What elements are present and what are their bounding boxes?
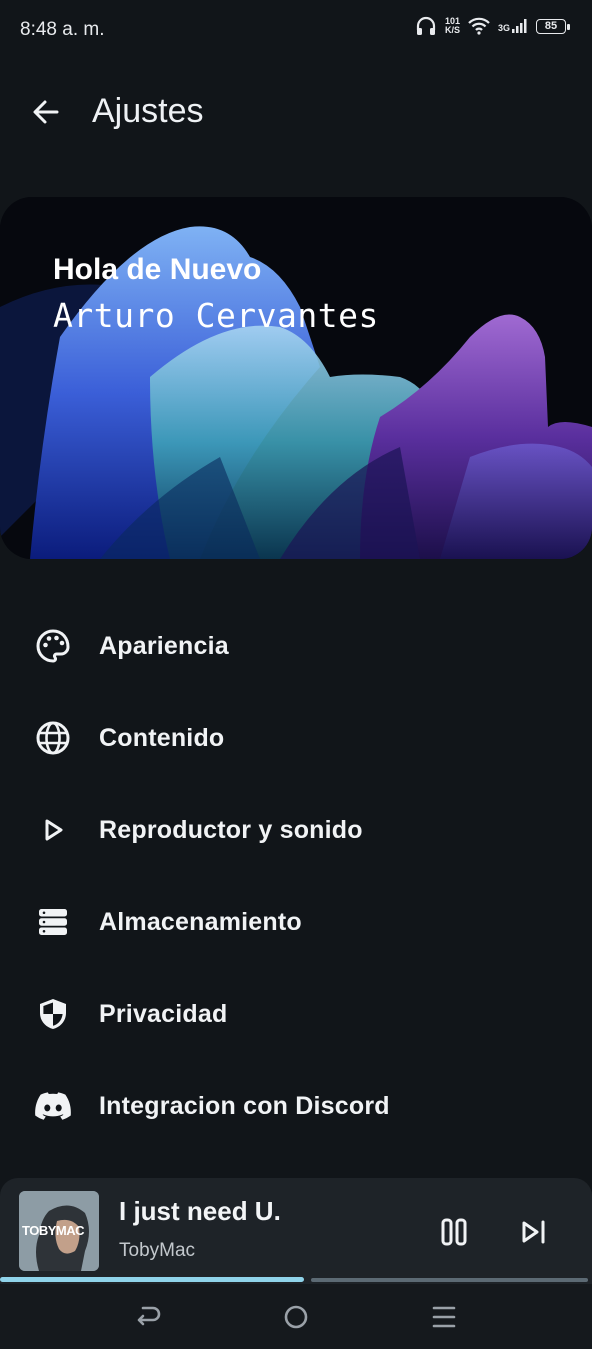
menu-label: Contenido xyxy=(99,723,225,752)
cellular-signal: 3G xyxy=(498,19,528,33)
mini-player[interactable]: TOBYMAC I just need U. TobyMac xyxy=(0,1178,592,1284)
palette-icon xyxy=(34,627,72,665)
menu-item-almacenamiento[interactable]: Almacenamiento xyxy=(0,876,592,968)
song-artist: TobyMac xyxy=(119,1240,196,1261)
song-title: I just need U. xyxy=(119,1196,281,1226)
network-type: 3G xyxy=(497,23,510,33)
wifi-icon xyxy=(468,17,490,35)
pause-button[interactable] xyxy=(436,1214,472,1250)
nav-recents-icon xyxy=(432,1306,456,1328)
arrow-left-icon xyxy=(33,100,59,124)
network-speed: 101 K/S xyxy=(445,17,460,35)
next-button[interactable] xyxy=(516,1214,552,1250)
globe-icon xyxy=(34,719,72,757)
menu-item-discord[interactable]: Integracion con Discord xyxy=(0,1060,592,1152)
greeting-text: Hola de Nuevo xyxy=(53,253,262,286)
menu-item-privacidad[interactable]: Privacidad xyxy=(0,968,592,1060)
status-icons: 101 K/S 3G 85 xyxy=(415,16,570,36)
shield-icon xyxy=(34,995,72,1033)
profile-banner: Hola de Nuevo Arturo Cervantes xyxy=(0,197,592,559)
nav-back-button[interactable] xyxy=(130,1300,166,1334)
nav-home-icon xyxy=(284,1305,308,1329)
playback-progress[interactable] xyxy=(0,1276,592,1284)
play-icon xyxy=(34,811,72,849)
status-bar: 8:48 a. m. 101 K/S 3G 85 xyxy=(0,0,592,60)
album-art: TOBYMAC xyxy=(19,1191,99,1271)
menu-item-contenido[interactable]: Contenido xyxy=(0,692,592,784)
status-time: 8:48 a. m. xyxy=(20,19,105,40)
menu-label: Almacenamiento xyxy=(99,907,302,936)
signal-icon xyxy=(512,19,527,33)
nav-recents-button[interactable] xyxy=(426,1300,462,1334)
page-title: Ajustes xyxy=(92,92,204,130)
progress-remaining xyxy=(311,1278,588,1282)
menu-label: Apariencia xyxy=(99,631,229,660)
discord-icon xyxy=(34,1087,72,1125)
album-text: TOBYMAC xyxy=(22,1223,85,1238)
skip-next-icon xyxy=(522,1220,545,1244)
menu-label: Privacidad xyxy=(99,999,228,1028)
storage-icon xyxy=(34,903,72,941)
system-nav-bar xyxy=(0,1284,592,1349)
nav-back-icon xyxy=(137,1306,161,1326)
menu-item-reproductor[interactable]: Reproductor y sonido xyxy=(0,784,592,876)
nav-home-button[interactable] xyxy=(278,1300,314,1334)
menu-label: Integracion con Discord xyxy=(99,1091,390,1120)
back-button[interactable] xyxy=(28,94,64,130)
user-name: Arturo Cervantes xyxy=(53,296,379,335)
menu-label: Reproductor y sonido xyxy=(99,815,363,844)
menu-item-apariencia[interactable]: Apariencia xyxy=(0,600,592,692)
app-bar: Ajustes xyxy=(0,80,592,144)
battery-indicator: 85 xyxy=(536,18,570,34)
progress-fill xyxy=(0,1277,304,1282)
banner-wallpaper xyxy=(0,197,592,559)
settings-menu: Apariencia Contenido Reproductor y sonid… xyxy=(0,600,592,1152)
speed-unit: K/S xyxy=(444,25,460,35)
pause-icon xyxy=(441,1218,467,1246)
headphones-icon xyxy=(416,16,436,35)
